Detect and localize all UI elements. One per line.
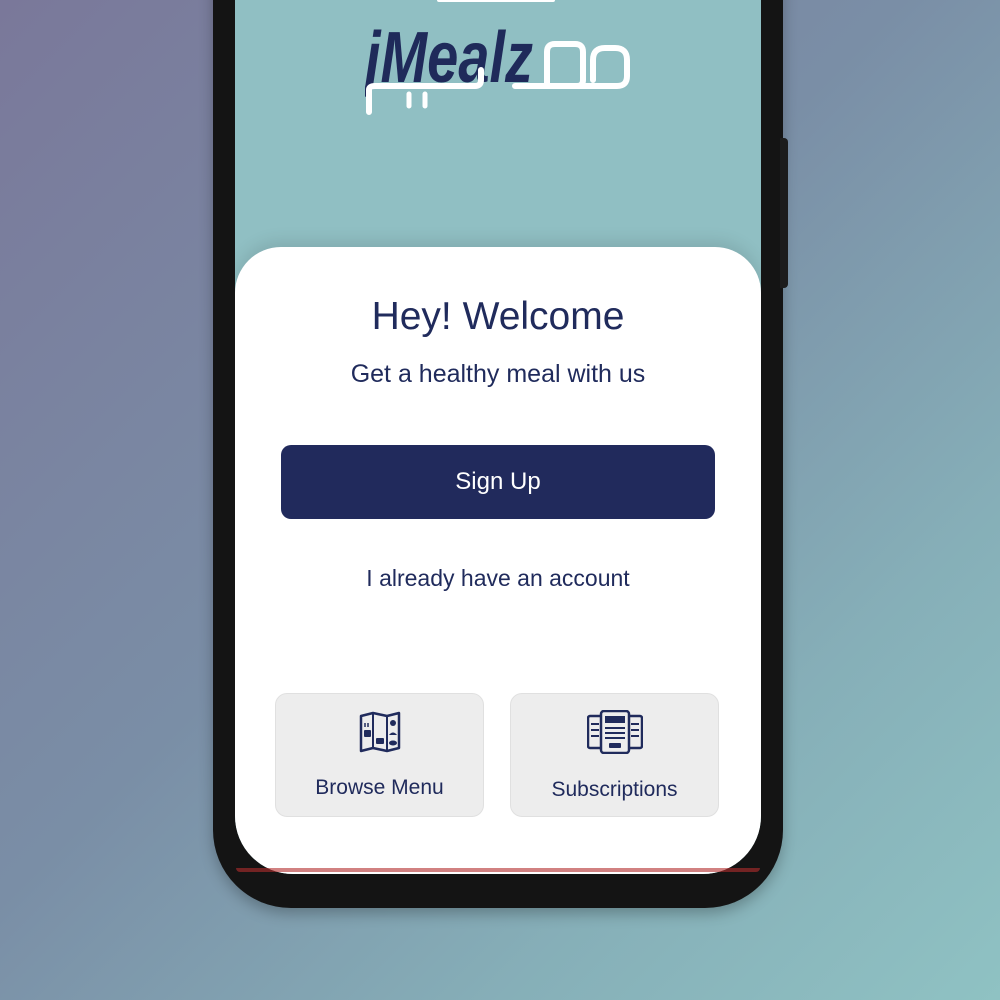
phone-side-button xyxy=(780,138,788,288)
welcome-title: Hey! Welcome xyxy=(371,295,625,338)
screen-bottom-edge xyxy=(236,868,760,872)
browse-menu-label: Browse Menu xyxy=(315,776,444,799)
subscriptions-label: Subscriptions xyxy=(551,778,678,801)
subscriptions-tile[interactable]: Subscriptions xyxy=(510,693,719,817)
welcome-subtitle: Get a healthy meal with us xyxy=(350,360,646,388)
sign-up-label: Sign Up xyxy=(455,468,541,495)
jmealz-logo: jMealz xyxy=(365,0,635,120)
login-link[interactable]: I already have an account xyxy=(235,565,761,592)
app-screen: jMealz Hey! Welcome Get a healthy meal w… xyxy=(235,0,761,874)
meal-plans-icon xyxy=(511,710,718,754)
sign-up-button[interactable]: Sign Up xyxy=(281,445,715,519)
browse-menu-tile[interactable]: Browse Menu xyxy=(275,693,484,817)
welcome-card: Hey! Welcome Get a healthy meal with us … xyxy=(235,247,761,874)
menu-booklet-icon xyxy=(276,710,483,754)
